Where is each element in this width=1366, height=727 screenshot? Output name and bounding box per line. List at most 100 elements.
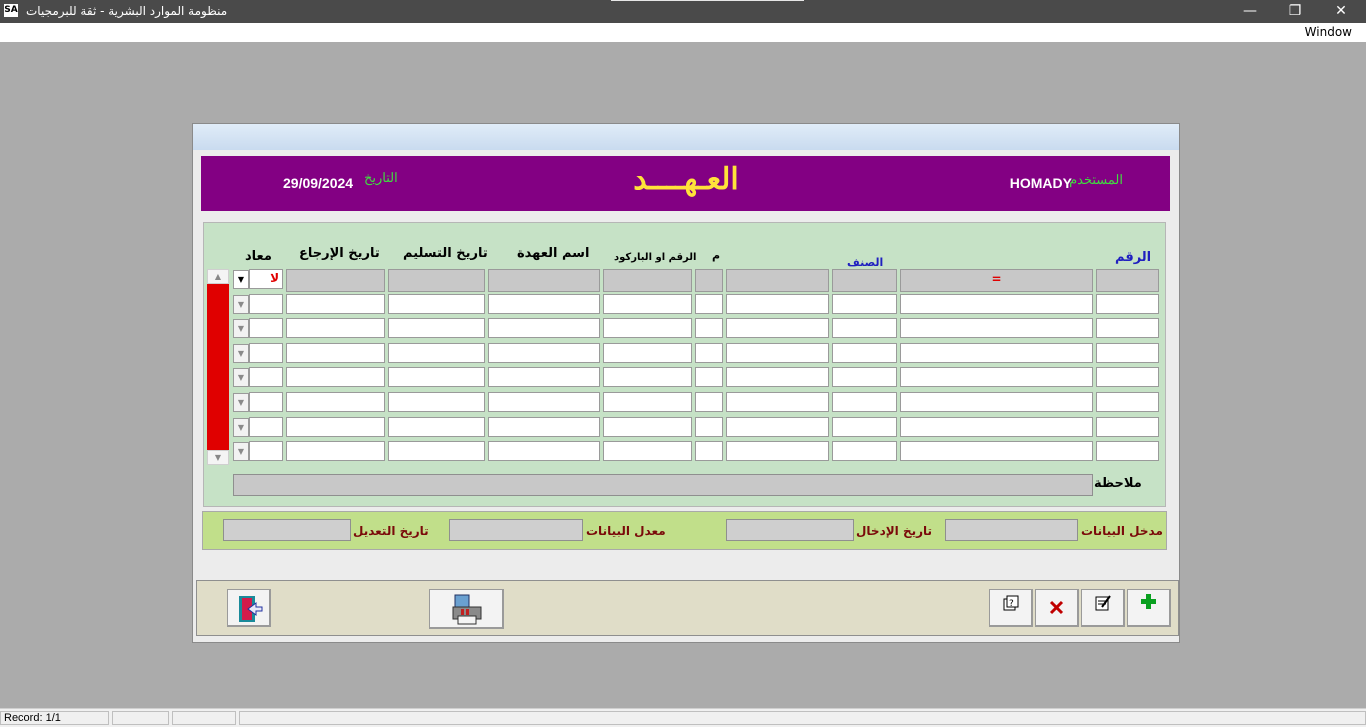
returned-cell[interactable] bbox=[249, 417, 283, 437]
type-cell[interactable] bbox=[726, 441, 829, 461]
returned-cell[interactable] bbox=[249, 318, 283, 338]
returned-cell[interactable] bbox=[249, 343, 283, 363]
returned-dropdown-icon[interactable]: ▼ bbox=[233, 319, 249, 338]
custody-name-cell[interactable] bbox=[488, 392, 600, 412]
type-cell[interactable] bbox=[726, 417, 829, 437]
delivery-date-cell[interactable] bbox=[388, 392, 485, 412]
modify-date-field[interactable] bbox=[223, 519, 351, 541]
return-date-cell[interactable] bbox=[286, 318, 385, 338]
type-cell[interactable] bbox=[726, 269, 829, 292]
returned-dropdown-icon[interactable]: ▼ bbox=[233, 270, 249, 289]
exit-button[interactable] bbox=[227, 589, 271, 627]
number-cell[interactable] bbox=[1096, 367, 1159, 387]
delivery-date-cell[interactable] bbox=[388, 417, 485, 437]
number-cell[interactable] bbox=[1096, 269, 1159, 292]
type-cell[interactable] bbox=[726, 392, 829, 412]
delivery-date-cell[interactable] bbox=[388, 367, 485, 387]
custody-name-cell[interactable] bbox=[488, 318, 600, 338]
name-cell[interactable] bbox=[900, 367, 1093, 387]
return-date-cell[interactable] bbox=[286, 392, 385, 412]
custody-name-cell[interactable] bbox=[488, 367, 600, 387]
name-cell[interactable]: = bbox=[900, 269, 1093, 292]
returned-dropdown-icon[interactable]: ▼ bbox=[233, 295, 249, 314]
data-modifier-field[interactable] bbox=[449, 519, 583, 541]
number-cell[interactable] bbox=[1096, 417, 1159, 437]
delivery-date-cell[interactable] bbox=[388, 318, 485, 338]
number-cell[interactable] bbox=[1096, 441, 1159, 461]
scroll-track[interactable] bbox=[207, 284, 229, 450]
scroll-down-icon[interactable]: ▼ bbox=[207, 450, 229, 465]
return-date-cell[interactable] bbox=[286, 441, 385, 461]
number-cell[interactable] bbox=[1096, 343, 1159, 363]
edit-button[interactable] bbox=[1081, 589, 1125, 627]
returned-dropdown-icon[interactable]: ▼ bbox=[233, 368, 249, 387]
returned-cell[interactable] bbox=[249, 441, 283, 461]
custody-name-cell[interactable] bbox=[488, 343, 600, 363]
print-button[interactable] bbox=[429, 589, 504, 629]
note-field[interactable] bbox=[233, 474, 1093, 496]
category-cell[interactable] bbox=[832, 269, 897, 292]
entry-date-field[interactable] bbox=[726, 519, 854, 541]
returned-dropdown-icon[interactable]: ▼ bbox=[233, 442, 249, 461]
barcode-cell[interactable] bbox=[603, 318, 692, 338]
seq-cell[interactable] bbox=[695, 294, 723, 314]
barcode-cell[interactable] bbox=[603, 392, 692, 412]
seq-cell[interactable] bbox=[695, 367, 723, 387]
return-date-cell[interactable] bbox=[286, 269, 385, 292]
barcode-cell[interactable] bbox=[603, 294, 692, 314]
seq-cell[interactable] bbox=[695, 269, 723, 292]
number-cell[interactable] bbox=[1096, 294, 1159, 314]
restore-button[interactable]: ❐ bbox=[1272, 0, 1318, 23]
type-cell[interactable] bbox=[726, 343, 829, 363]
category-cell[interactable] bbox=[832, 441, 897, 461]
name-cell[interactable] bbox=[900, 294, 1093, 314]
category-cell[interactable] bbox=[832, 367, 897, 387]
type-cell[interactable] bbox=[726, 367, 829, 387]
seq-cell[interactable] bbox=[695, 417, 723, 437]
seq-cell[interactable] bbox=[695, 343, 723, 363]
returned-dropdown-icon[interactable]: ▼ bbox=[233, 344, 249, 363]
delivery-date-cell[interactable] bbox=[388, 441, 485, 461]
category-cell[interactable] bbox=[832, 417, 897, 437]
type-cell[interactable] bbox=[726, 294, 829, 314]
name-cell[interactable] bbox=[900, 441, 1093, 461]
barcode-cell[interactable] bbox=[603, 367, 692, 387]
type-cell[interactable] bbox=[726, 318, 829, 338]
barcode-cell[interactable] bbox=[603, 343, 692, 363]
seq-cell[interactable] bbox=[695, 441, 723, 461]
category-cell[interactable] bbox=[832, 392, 897, 412]
name-cell[interactable] bbox=[900, 392, 1093, 412]
category-cell[interactable] bbox=[832, 343, 897, 363]
barcode-cell[interactable] bbox=[603, 269, 692, 292]
category-cell[interactable] bbox=[832, 318, 897, 338]
close-button[interactable]: ✕ bbox=[1318, 0, 1364, 23]
delivery-date-cell[interactable] bbox=[388, 269, 485, 292]
custody-name-cell[interactable] bbox=[488, 269, 600, 292]
returned-cell[interactable]: لا bbox=[249, 269, 283, 289]
custody-name-cell[interactable] bbox=[488, 294, 600, 314]
data-entry-field[interactable] bbox=[945, 519, 1078, 541]
barcode-cell[interactable] bbox=[603, 441, 692, 461]
barcode-cell[interactable] bbox=[603, 417, 692, 437]
returned-cell[interactable] bbox=[249, 367, 283, 387]
name-cell[interactable] bbox=[900, 417, 1093, 437]
search-button[interactable]: ? bbox=[989, 589, 1033, 627]
return-date-cell[interactable] bbox=[286, 343, 385, 363]
minimize-button[interactable]: — bbox=[1227, 0, 1273, 23]
category-cell[interactable] bbox=[832, 294, 897, 314]
number-cell[interactable] bbox=[1096, 392, 1159, 412]
return-date-cell[interactable] bbox=[286, 417, 385, 437]
return-date-cell[interactable] bbox=[286, 367, 385, 387]
name-cell[interactable] bbox=[900, 343, 1093, 363]
returned-dropdown-icon[interactable]: ▼ bbox=[233, 393, 249, 412]
delivery-date-cell[interactable] bbox=[388, 294, 485, 314]
custody-name-cell[interactable] bbox=[488, 441, 600, 461]
add-button[interactable] bbox=[1127, 589, 1171, 627]
grid-scrollbar[interactable]: ▲ ▼ bbox=[207, 269, 229, 465]
return-date-cell[interactable] bbox=[286, 294, 385, 314]
delivery-date-cell[interactable] bbox=[388, 343, 485, 363]
seq-cell[interactable] bbox=[695, 318, 723, 338]
returned-dropdown-icon[interactable]: ▼ bbox=[233, 418, 249, 437]
seq-cell[interactable] bbox=[695, 392, 723, 412]
menu-window[interactable]: Window bbox=[1305, 25, 1352, 39]
